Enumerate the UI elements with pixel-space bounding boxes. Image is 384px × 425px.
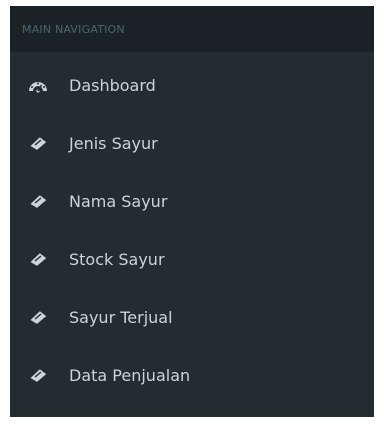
dashboard-icon xyxy=(27,74,49,96)
sidebar-item-label: Jenis Sayur xyxy=(69,133,158,153)
sidebar-item-stock-sayur[interactable]: Stock Sayur xyxy=(10,230,374,288)
ticket-icon xyxy=(27,190,49,212)
sidebar-item-label: Dashboard xyxy=(69,75,156,95)
sidebar: MAIN NAVIGATION Dashboard Jenis Sayur Na… xyxy=(10,6,374,417)
sidebar-item-jenis-sayur[interactable]: Jenis Sayur xyxy=(10,114,374,172)
ticket-icon xyxy=(27,248,49,270)
sidebar-item-nama-sayur[interactable]: Nama Sayur xyxy=(10,172,374,230)
ticket-icon xyxy=(27,306,49,328)
sidebar-item-label: Nama Sayur xyxy=(69,191,168,211)
sidebar-item-label: Sayur Terjual xyxy=(69,307,173,327)
sidebar-header: MAIN NAVIGATION xyxy=(10,6,374,52)
sidebar-item-data-penjualan[interactable]: Data Penjualan xyxy=(10,346,374,404)
ticket-icon xyxy=(27,364,49,386)
sidebar-item-sayur-terjual[interactable]: Sayur Terjual xyxy=(10,288,374,346)
ticket-icon xyxy=(27,132,49,154)
sidebar-menu: Dashboard Jenis Sayur Nama Sayur Stock S… xyxy=(10,56,374,404)
sidebar-item-label: Data Penjualan xyxy=(69,365,191,385)
sidebar-item-dashboard[interactable]: Dashboard xyxy=(10,56,374,114)
sidebar-item-label: Stock Sayur xyxy=(69,249,165,269)
